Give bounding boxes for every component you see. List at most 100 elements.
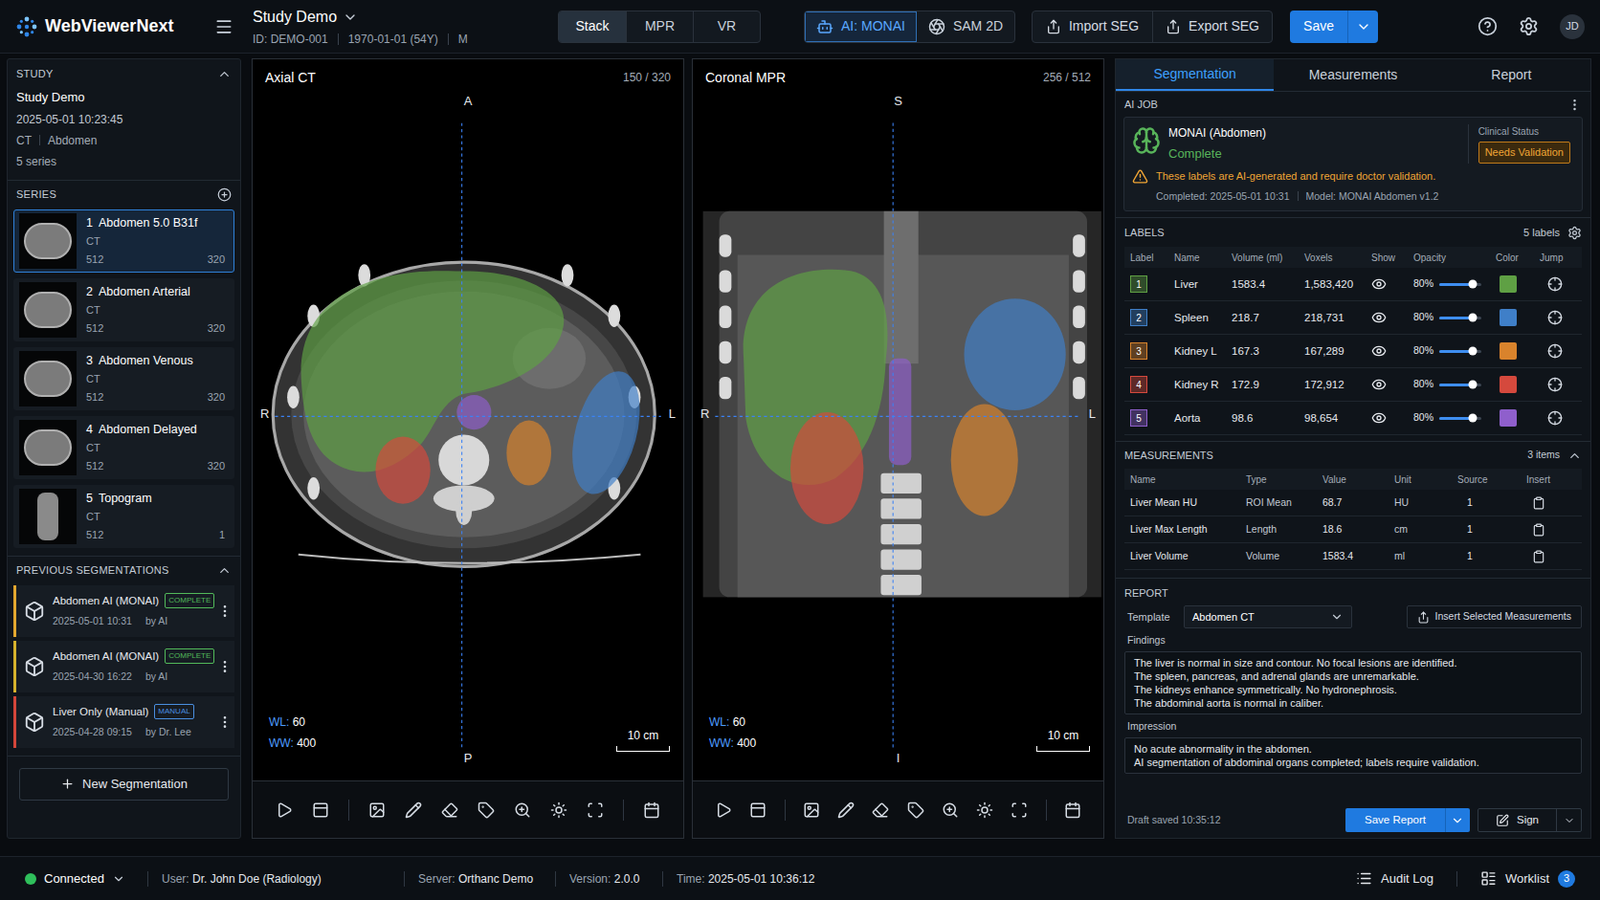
segmentation-date: 2025-04-30 16:22 [52, 669, 133, 686]
label-row[interactable]: 4Kidney R172.9172,91280% [1124, 368, 1582, 402]
calendar-icon[interactable] [643, 801, 661, 820]
measurement-row[interactable]: Liver Max LengthLength18.6cm1 [1124, 516, 1582, 544]
view-mode-button[interactable]: Stack [558, 11, 626, 43]
ai-tool-button[interactable]: AI: MONAI [804, 11, 917, 43]
eye-icon[interactable] [1371, 377, 1387, 393]
color-swatch[interactable] [1499, 342, 1517, 360]
label-row[interactable]: 3Kidney L167.3167,28980% [1124, 334, 1582, 369]
fullscreen-icon[interactable] [586, 801, 604, 820]
kebab-icon[interactable] [217, 714, 233, 731]
seg-action-button[interactable]: Export SEG [1152, 11, 1272, 43]
layout-icon[interactable] [311, 801, 330, 820]
eye-icon[interactable] [1371, 343, 1387, 359]
crosshair-icon[interactable] [1547, 410, 1563, 426]
calendar-icon[interactable] [1064, 801, 1082, 820]
measurement-row[interactable]: Liver VolumeVolume1583.4ml1 [1124, 543, 1582, 571]
add-series-icon[interactable] [217, 187, 232, 202]
series-item[interactable]: 5TopogramCT5121 [13, 485, 235, 549]
study-header[interactable]: Study DemoID: DEMO-0011970-01-01 (54Y)M [252, 5, 558, 48]
help-icon[interactable] [1477, 16, 1498, 37]
eraser-icon[interactable] [871, 801, 889, 820]
clipboard-icon[interactable] [1532, 523, 1546, 537]
sign-menu-button[interactable] [1555, 809, 1581, 832]
color-swatch[interactable] [1499, 409, 1517, 427]
color-swatch[interactable] [1499, 376, 1517, 394]
findings-field[interactable]: The liver is normal in size and contour.… [1124, 651, 1582, 715]
kebab-icon[interactable] [217, 659, 233, 675]
zoom-icon[interactable] [941, 801, 959, 820]
label-row[interactable]: 1Liver1583.41,583,42080% [1124, 267, 1582, 302]
image-icon[interactable] [368, 801, 386, 820]
ai-tool-button[interactable]: SAM 2D [916, 11, 1015, 43]
color-swatch[interactable] [1499, 309, 1517, 327]
layout-icon[interactable] [749, 801, 767, 820]
chevron-up-icon[interactable] [1567, 448, 1582, 464]
crosshair-icon[interactable] [1547, 310, 1563, 326]
eye-icon[interactable] [1371, 276, 1387, 292]
save-button[interactable]: Save [1289, 10, 1348, 44]
panel-tab[interactable]: Measurements [1273, 59, 1432, 91]
view-mode-button[interactable]: VR [692, 11, 760, 43]
label-row[interactable]: 2Spleen218.7218,73180% [1124, 301, 1582, 335]
kebab-icon[interactable] [217, 603, 233, 620]
measurements-count: 3 items [1527, 447, 1560, 464]
label-row[interactable]: 5Aorta98.698,65480% [1124, 401, 1582, 436]
clipboard-icon[interactable] [1532, 550, 1546, 564]
crosshair-icon[interactable] [1547, 276, 1563, 292]
impression-field[interactable]: No acute abnormality in the abdomen.AI s… [1124, 737, 1582, 775]
series-item[interactable]: 2Abdomen ArterialCT512320 [13, 278, 235, 342]
opacity-slider[interactable] [1439, 316, 1482, 320]
clipboard-icon[interactable] [1532, 496, 1546, 511]
pencil-icon[interactable] [404, 801, 423, 820]
opacity-slider[interactable] [1439, 283, 1482, 287]
tag-icon[interactable] [477, 801, 495, 820]
pencil-icon[interactable] [837, 801, 855, 820]
series-count: 320 [207, 458, 225, 475]
eraser-icon[interactable] [441, 801, 459, 820]
series-item[interactable]: 1Abdomen 5.0 B31fCT512320 [13, 209, 235, 273]
eye-icon[interactable] [1371, 310, 1387, 326]
audit-log-button[interactable]: Audit Log [1355, 869, 1434, 889]
save-menu-button[interactable] [1347, 10, 1378, 44]
opacity-slider[interactable] [1439, 350, 1482, 354]
gear-icon[interactable] [1567, 225, 1582, 241]
opacity-slider[interactable] [1439, 383, 1482, 387]
crosshair-icon[interactable] [1547, 343, 1563, 359]
template-select[interactable]: Abdomen CT [1183, 605, 1353, 629]
series-item[interactable]: 4Abdomen DelayedCT512320 [13, 416, 235, 480]
zoom-icon[interactable] [513, 801, 532, 820]
eye-icon[interactable] [1371, 410, 1387, 426]
save-report-menu-button[interactable] [1444, 808, 1470, 833]
new-segmentation-button[interactable]: New Segmentation [19, 768, 229, 801]
opacity-slider[interactable] [1439, 417, 1482, 421]
worklist-button[interactable]: Worklist3 [1480, 869, 1576, 889]
chevron-up-icon[interactable] [217, 66, 232, 82]
kebab-icon[interactable] [1567, 97, 1582, 112]
play-icon[interactable] [275, 801, 293, 820]
play-icon[interactable] [714, 801, 733, 820]
color-swatch[interactable] [1499, 275, 1517, 293]
previous-segmentation-item[interactable]: Liver Only (Manual)MANUAL2025-04-28 09:1… [13, 696, 235, 749]
user-avatar[interactable]: JD [1559, 14, 1585, 40]
gear-icon[interactable] [1518, 16, 1539, 37]
crosshair-icon[interactable] [1547, 377, 1563, 393]
brightness-icon[interactable] [550, 801, 568, 820]
panel-tab[interactable]: Segmentation [1115, 59, 1274, 91]
view-mode-button[interactable]: MPR [625, 11, 693, 43]
sign-button[interactable]: Sign [1478, 809, 1556, 832]
chevron-up-icon[interactable] [217, 563, 232, 578]
fullscreen-icon[interactable] [1010, 801, 1028, 820]
brightness-icon[interactable] [976, 801, 994, 820]
insert-measurements-button[interactable]: Insert Selected Measurements [1406, 605, 1582, 629]
image-icon[interactable] [802, 801, 821, 820]
menu-icon[interactable] [214, 17, 234, 37]
measurement-row[interactable]: Liver Mean HUROI Mean68.7HU1 [1124, 489, 1582, 517]
series-item[interactable]: 3Abdomen VenousCT512320 [13, 347, 235, 411]
seg-action-button[interactable]: Import SEG [1032, 11, 1153, 43]
tag-icon[interactable] [907, 801, 925, 820]
previous-segmentation-item[interactable]: Abdomen AI (MONAI)COMPLETE2025-04-30 16:… [13, 641, 235, 693]
connection-status[interactable]: Connected [24, 869, 148, 889]
previous-segmentation-item[interactable]: Abdomen AI (MONAI)COMPLETE2025-05-01 10:… [13, 585, 235, 638]
save-report-button[interactable]: Save Report [1345, 808, 1445, 833]
panel-tab[interactable]: Report [1432, 59, 1591, 91]
